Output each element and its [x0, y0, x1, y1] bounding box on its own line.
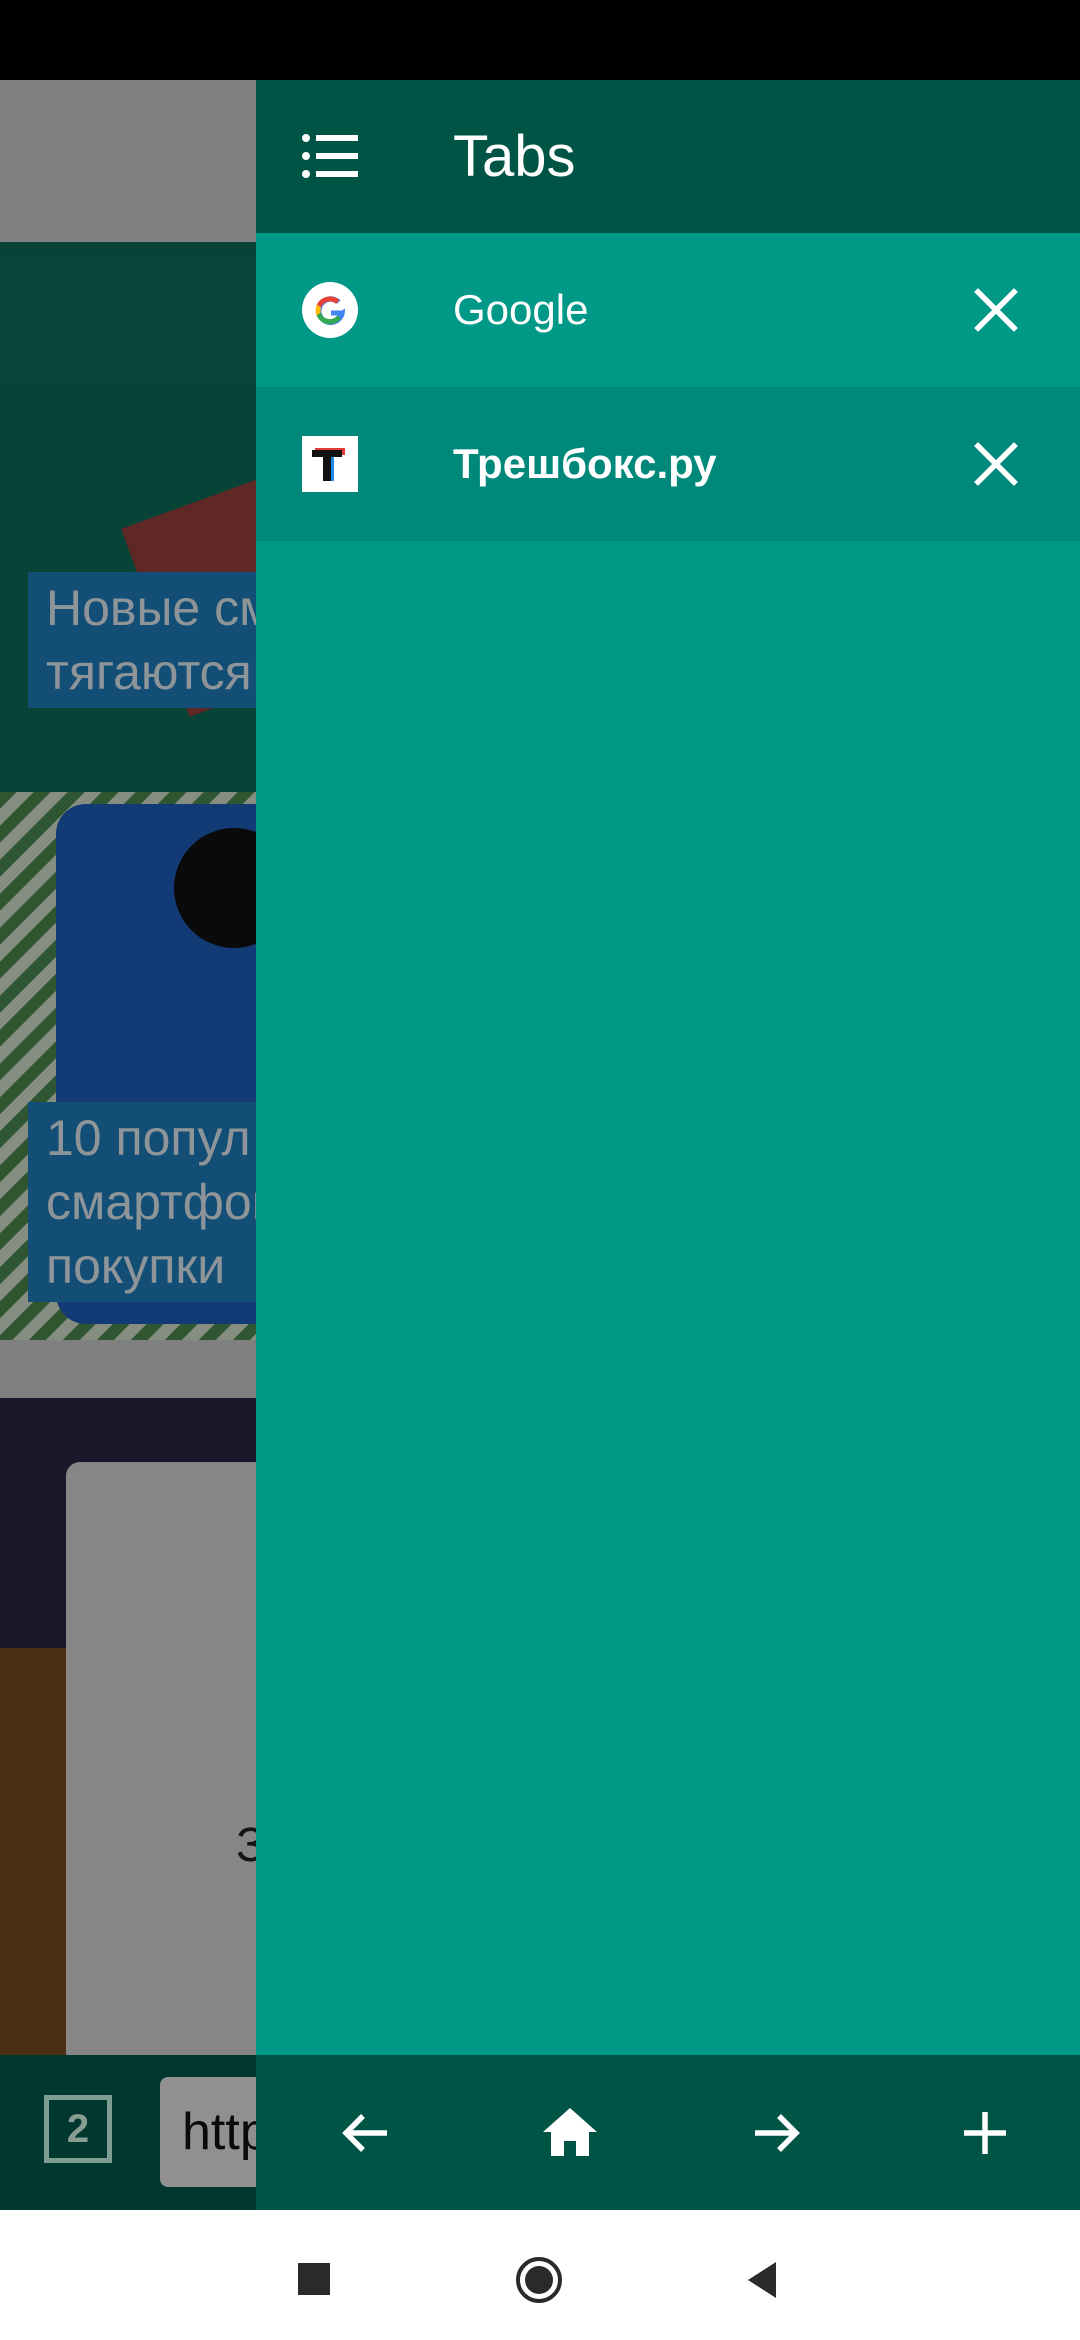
recents-square-icon[interactable]	[290, 2255, 340, 2305]
tab-item-trashbox[interactable]: Трешбокс.ру	[256, 387, 1080, 541]
drawer-header: Tabs	[256, 80, 1080, 233]
drawer-bottom-bar	[256, 2055, 1080, 2210]
status-bar	[0, 0, 1080, 80]
tab-item-google[interactable]: Google	[256, 233, 1080, 387]
tab-label: Google	[453, 286, 589, 333]
home-icon[interactable]	[537, 2100, 603, 2166]
close-tab-icon[interactable]	[966, 434, 1026, 494]
arrow-forward-icon[interactable]	[743, 2100, 809, 2166]
close-tab-icon[interactable]	[966, 280, 1026, 340]
tabs-drawer: Tabs Google Трешбокс.ру	[256, 80, 1080, 2210]
list-icon[interactable]	[302, 132, 358, 180]
arrow-back-icon[interactable]	[333, 2100, 399, 2166]
trashbox-favicon-icon	[302, 436, 358, 492]
drawer-title: Tabs	[453, 124, 576, 189]
tab-label: Трешбокс.ру	[453, 440, 717, 487]
back-triangle-icon[interactable]	[738, 2255, 788, 2305]
plus-icon[interactable]	[952, 2100, 1018, 2166]
system-navigation-bar	[0, 2210, 1080, 2340]
home-circle-icon[interactable]	[514, 2255, 564, 2305]
google-favicon-icon	[302, 282, 358, 338]
